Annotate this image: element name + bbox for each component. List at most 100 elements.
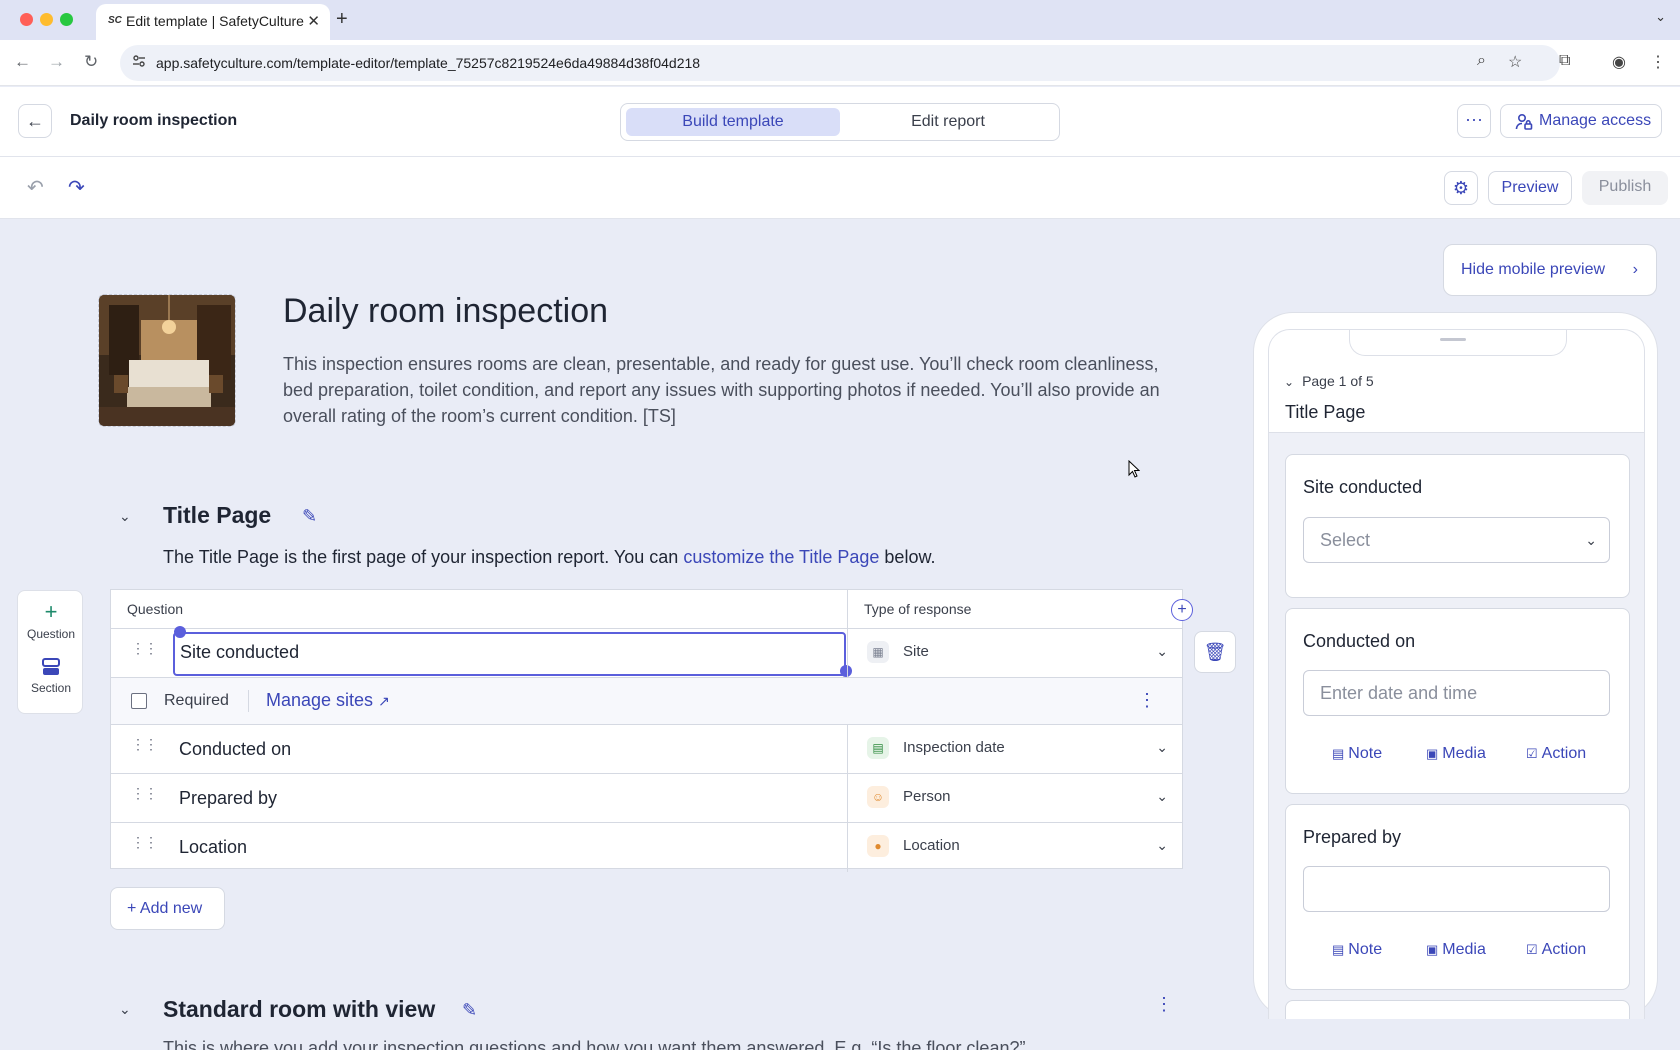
customize-title-page-link[interactable]: customize the Title Page — [683, 547, 879, 567]
chevron-down-icon[interactable]: ⌄ — [1156, 788, 1168, 805]
response-type-select[interactable]: ☺ Person — [867, 786, 951, 808]
forward-arrow-icon[interactable]: → — [48, 52, 65, 72]
date-time-input[interactable]: Enter date and time — [1303, 670, 1610, 716]
add-new-button[interactable]: + Add new — [110, 887, 225, 930]
table-row[interactable]: ⋮⋮ Site conducted ▦ Site ⌄ — [111, 626, 1182, 678]
add-section-button[interactable]: Section — [18, 657, 84, 695]
template-image[interactable] — [98, 294, 236, 427]
page-indicator[interactable]: ⌄ Page 1 of 5 — [1284, 373, 1374, 389]
drag-handle-icon[interactable]: ⋮⋮ — [131, 835, 158, 849]
response-type-select[interactable]: ▦ Site — [867, 641, 929, 663]
action-check-icon: ☑ — [1526, 942, 1538, 957]
person-input[interactable] — [1303, 866, 1610, 912]
table-row[interactable]: ⋮⋮ Conducted on ▤ Inspection date ⌄ — [111, 725, 1182, 774]
section-title[interactable]: Standard room with view — [163, 996, 435, 1023]
tab-edit-report[interactable]: Edit report — [841, 108, 1055, 136]
publish-button[interactable]: Publish — [1582, 171, 1668, 205]
drag-handle-icon[interactable]: ⋮⋮ — [131, 737, 158, 751]
maximize-window-button[interactable] — [60, 13, 73, 26]
undo-icon[interactable]: ↶ — [27, 175, 44, 200]
reload-icon[interactable]: ↻ — [84, 52, 98, 72]
close-tab-icon[interactable]: ✕ — [307, 12, 320, 30]
action-button[interactable]: ☑ Action — [1526, 941, 1586, 959]
add-column-plus-icon[interactable]: + — [1171, 599, 1193, 621]
kebab-menu-icon[interactable]: ⋮ — [1138, 690, 1156, 711]
chevron-down-icon[interactable]: ⌄ — [1156, 837, 1168, 854]
edit-pencil-icon[interactable]: ✎ — [462, 1000, 477, 1021]
chevron-right-icon: › — [1632, 261, 1638, 278]
question-options-row: Required Manage sites ↗ ⋮ — [111, 678, 1182, 725]
mobile-question-card: Conducted on Enter date and time ▤ Note ▣… — [1285, 608, 1630, 794]
tab-title: Edit template | SafetyCulture — [126, 13, 304, 29]
tab-build-template[interactable]: Build template — [626, 108, 840, 136]
section-title[interactable]: Title Page — [163, 502, 271, 529]
close-window-button[interactable] — [20, 13, 33, 26]
tab-search-icon[interactable]: ⌄ — [1655, 9, 1666, 25]
action-button[interactable]: ☑ Action — [1526, 745, 1586, 763]
note-button[interactable]: ▤ Note — [1332, 745, 1382, 763]
note-button[interactable]: ▤ Note — [1332, 941, 1382, 959]
image-icon: ▣ — [1426, 942, 1439, 957]
table-row[interactable]: ⋮⋮ Location ● Location ⌄ — [111, 823, 1182, 872]
delete-question-button[interactable]: 🗑 — [1194, 631, 1236, 673]
resize-handle-start[interactable] — [174, 626, 186, 638]
response-type-label: Inspection date — [903, 739, 1005, 756]
extensions-icon[interactable]: ⧉ — [1559, 52, 1570, 70]
response-type-select[interactable]: ▤ Inspection date — [867, 737, 1005, 759]
template-description[interactable]: This inspection ensures rooms are clean,… — [283, 351, 1193, 429]
section-description: This is where you add your inspection qu… — [163, 1038, 1026, 1050]
browser-tab-bar: SC Edit template | SafetyCulture ✕ + ⌄ — [0, 0, 1680, 40]
section-kebab-menu-icon[interactable]: ⋮ — [1155, 994, 1173, 1015]
media-button[interactable]: ▣ Media — [1426, 941, 1486, 959]
edit-pencil-icon[interactable]: ✎ — [302, 506, 317, 527]
manage-access-button[interactable]: Manage access — [1500, 104, 1662, 138]
browser-menu-icon[interactable]: ⋮ — [1650, 52, 1666, 72]
manage-sites-link[interactable]: Manage sites ↗ — [266, 690, 390, 711]
back-button[interactable]: ← — [18, 104, 52, 138]
mobile-question-card — [1285, 1000, 1630, 1019]
add-question-button[interactable]: + Question — [18, 601, 84, 642]
collapse-section-chevron-icon[interactable]: ⌄ — [119, 1001, 131, 1018]
template-title[interactable]: Daily room inspection — [283, 292, 608, 331]
note-icon: ▤ — [1332, 942, 1345, 957]
zoom-icon[interactable]: ⌕ — [1477, 52, 1486, 70]
mobile-page-title: Title Page — [1285, 402, 1366, 422]
mode-switch: Build template Edit report — [620, 103, 1060, 141]
note-label: Note — [1348, 745, 1383, 762]
media-label: Media — [1442, 941, 1486, 958]
collapse-section-chevron-icon[interactable]: ⌄ — [119, 508, 131, 525]
chevron-down-icon[interactable]: ⌄ — [1156, 739, 1168, 756]
address-bar[interactable]: app.safetyculture.com/template-editor/te… — [120, 45, 1560, 81]
chevron-down-icon: ⌄ — [1284, 375, 1295, 389]
question-text[interactable]: Location — [179, 837, 247, 858]
response-type-label: Location — [903, 837, 960, 854]
profile-icon[interactable]: ◉ — [1612, 52, 1626, 72]
drag-handle-icon[interactable]: ⋮⋮ — [131, 641, 158, 655]
media-button[interactable]: ▣ Media — [1426, 745, 1486, 763]
site-select[interactable]: Select ⌄ — [1303, 517, 1610, 563]
favicon-icon: SC — [108, 15, 122, 26]
back-arrow-icon[interactable]: ← — [14, 52, 31, 72]
more-options-button[interactable]: ··· — [1457, 104, 1491, 138]
required-label: Required — [164, 692, 229, 709]
resize-handle-end[interactable] — [840, 665, 852, 677]
table-row[interactable]: ⋮⋮ Prepared by ☺ Person ⌄ — [111, 774, 1182, 823]
preview-button[interactable]: Preview — [1488, 171, 1572, 205]
required-checkbox[interactable] — [131, 693, 147, 709]
settings-button[interactable]: ⚙ — [1444, 171, 1478, 205]
drag-handle-icon[interactable]: ⋮⋮ — [131, 786, 158, 800]
redo-icon[interactable]: ↷ — [68, 175, 85, 200]
response-type-select[interactable]: ● Location — [867, 835, 960, 857]
bookmark-star-icon[interactable]: ☆ — [1508, 52, 1522, 72]
hide-mobile-preview-button[interactable]: Hide mobile preview › — [1443, 244, 1657, 296]
question-text[interactable]: Prepared by — [179, 788, 277, 809]
bedroom-photo — [99, 295, 235, 426]
manage-access-label: Manage access — [1539, 112, 1652, 129]
question-text[interactable]: Site conducted — [180, 642, 299, 663]
minimize-window-button[interactable] — [40, 13, 53, 26]
browser-tab[interactable]: SC Edit template | SafetyCulture ✕ — [96, 4, 330, 40]
chevron-down-icon[interactable]: ⌄ — [1156, 643, 1168, 660]
question-text[interactable]: Conducted on — [179, 739, 291, 760]
site-settings-icon[interactable] — [132, 54, 146, 68]
new-tab-icon[interactable]: + — [336, 8, 348, 31]
